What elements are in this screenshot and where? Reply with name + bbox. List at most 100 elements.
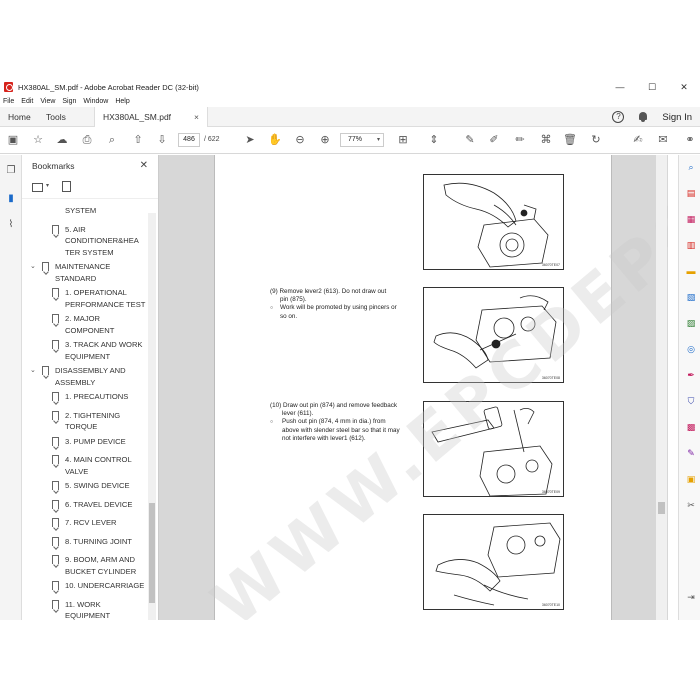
menu-edit[interactable]: Edit <box>21 98 33 105</box>
bookmark-item[interactable]: SYSTEM <box>22 205 147 217</box>
zoom-in-icon[interactable]: ⊕ <box>318 133 332 147</box>
request-signature-icon[interactable]: ✎ <box>685 447 697 459</box>
organize-pages-icon[interactable]: ▦ <box>685 213 697 225</box>
highlight-pen-icon[interactable]: ✐ <box>487 133 501 147</box>
find-bookmark-icon[interactable] <box>62 181 71 192</box>
bookmark-item[interactable]: ⌄ DISASSEMBLY AND ASSEMBLY <box>22 365 147 388</box>
bookmarks-panel: Bookmarks ✕ ▾ SYSTEM 5. AIR CONDITIONER&HE… <box>22 155 159 620</box>
upload-cloud-icon[interactable]: ☁ <box>55 133 69 147</box>
bookmark-star-icon[interactable]: ☆ <box>31 133 45 147</box>
bookmark-item[interactable]: ⌄ MAINTENANCE STANDARD <box>22 261 147 284</box>
compress-icon[interactable]: ◎ <box>685 343 697 355</box>
protect-icon[interactable]: ⛉ <box>685 395 697 407</box>
bookmark-item[interactable]: 1. PRECAUTIONS <box>22 391 147 403</box>
bookmark-item[interactable]: 3. TRACK AND WORK EQUIPMENT <box>22 339 147 362</box>
bookmark-label: COMPONENT <box>65 325 115 335</box>
bookmark-label: 3. PUMP DEVICE <box>65 436 126 446</box>
bookmark-options-icon[interactable] <box>32 183 43 192</box>
bookmark-flag-icon <box>52 581 59 590</box>
close-tab-icon[interactable]: × <box>194 107 199 127</box>
hand-tool-icon[interactable]: ✋ <box>268 133 282 147</box>
email-icon[interactable]: ✉ <box>656 133 670 147</box>
bookmark-item[interactable]: 8. TURNING JOINT <box>22 536 147 548</box>
edit-pdf-icon[interactable]: ▧ <box>685 291 697 303</box>
bookmark-label: MAINTENANCE <box>55 262 111 271</box>
bookmarks-scrollbar[interactable] <box>148 213 156 620</box>
close-panel-icon[interactable]: ✕ <box>140 155 148 177</box>
save-icon[interactable]: ▣ <box>6 133 20 147</box>
menu-view[interactable]: View <box>40 98 55 105</box>
document-viewport[interactable]: 36070TE07 (9) Remove lever2 (613). Do no… <box>159 155 668 620</box>
stamp-icon[interactable]: ⌘ <box>539 133 553 147</box>
bookmark-label: 5. AIR <box>65 224 86 234</box>
scroll-mode-icon[interactable]: ⇕ <box>427 133 441 147</box>
zoom-out-icon[interactable]: ⊖ <box>293 133 307 147</box>
search-zoom-icon[interactable]: ⌕ <box>105 133 119 147</box>
step-text-line: Remove lever2 (613). Do not draw out <box>279 288 387 295</box>
combine-files-icon[interactable]: ▨ <box>685 317 697 329</box>
notification-bell-icon[interactable] <box>638 111 648 123</box>
attachments-icon[interactable]: ⌇ <box>5 219 17 231</box>
fit-page-icon[interactable]: ⊞ <box>396 133 410 147</box>
delete-icon[interactable]: 🗑 <box>563 133 577 147</box>
bookmark-label: 2. TIGHTENING <box>65 410 121 420</box>
page-down-icon[interactable]: ⇩ <box>155 133 169 147</box>
maximize-button[interactable]: ☐ <box>636 79 668 95</box>
draw-icon[interactable]: ✏ <box>513 133 527 147</box>
step-text-line: lever (611). <box>282 410 314 418</box>
comment-icon[interactable]: ✎ <box>463 133 477 147</box>
bookmark-label: 5. SWING DEVICE <box>65 481 130 490</box>
figure-code: 36070TE07 <box>541 263 560 267</box>
page-thumbnails-icon[interactable]: ❐ <box>5 165 17 177</box>
close-window-button[interactable]: ✕ <box>668 79 700 95</box>
menu-help[interactable]: Help <box>115 98 129 105</box>
minimize-button[interactable]: — <box>604 79 636 95</box>
help-icon[interactable]: ? <box>612 111 625 123</box>
print-icon[interactable]: ⎙ <box>80 133 94 147</box>
select-cursor-icon[interactable]: ➤ <box>243 133 257 147</box>
window-title: HX380AL_SM.pdf - Adobe Acrobat Reader DC… <box>18 82 199 92</box>
bookmark-item[interactable]: 10. UNDERCARRIAGE <box>22 580 147 592</box>
menu-file[interactable]: File <box>3 98 14 105</box>
chevron-down-icon[interactable]: ⌄ <box>30 261 36 273</box>
tab-home[interactable]: Home <box>0 107 39 127</box>
page-up-icon[interactable]: ⇧ <box>131 133 145 147</box>
search-tool-icon[interactable]: ⌕ <box>685 161 697 173</box>
bookmark-item[interactable]: 4. MAIN CONTROL VALVE <box>22 454 147 477</box>
fill-sign-icon[interactable]: ✒ <box>685 369 697 381</box>
sign-in-button[interactable]: Sign In <box>662 112 692 123</box>
create-pdf-icon[interactable]: ▤ <box>685 187 697 199</box>
bookmark-item[interactable]: 3. PUMP DEVICE <box>22 436 147 448</box>
sign-pen-icon[interactable]: ✍ <box>631 133 645 147</box>
chevron-down-icon[interactable]: ⌄ <box>30 365 36 377</box>
menu-sign[interactable]: Sign <box>62 98 76 105</box>
link-icon[interactable]: ⚭ <box>683 133 697 147</box>
comment-tool-icon[interactable]: ▬ <box>685 265 697 277</box>
document-scroll-thumb[interactable] <box>658 502 665 514</box>
bookmark-item[interactable]: 2. MAJOR COMPONENT <box>22 313 147 336</box>
zoom-select[interactable]: 77% ▾ <box>340 133 384 147</box>
more-tools-icon[interactable]: ✂ <box>685 499 697 511</box>
page-number-input[interactable]: 486 <box>178 133 200 147</box>
bookmark-item[interactable]: 9. BOOM, ARM AND BUCKET CYLINDER <box>22 554 147 577</box>
bookmark-item[interactable]: 11. WORK EQUIPMENT <box>22 599 147 620</box>
bookmarks-panel-icon[interactable]: ▮ <box>5 193 17 205</box>
bookmarks-scroll-thumb[interactable] <box>149 503 155 603</box>
bookmark-item[interactable]: 6. TRAVEL DEVICE <box>22 499 147 511</box>
tab-document[interactable]: HX380AL_SM.pdf × <box>94 107 208 127</box>
share-icon[interactable]: ▣ <box>685 473 697 485</box>
step-text-line: Draw out pin (874) and remove feedback <box>282 402 398 409</box>
send-for-signature-icon[interactable]: ▩ <box>685 421 697 433</box>
bookmark-item[interactable]: 5. AIR CONDITIONER&HEA TER SYSTEM <box>22 224 147 259</box>
export-pdf-icon[interactable]: ▥ <box>685 239 697 251</box>
document-scrollbar[interactable] <box>656 155 667 620</box>
menu-window[interactable]: Window <box>83 98 108 105</box>
rotate-icon[interactable]: ↻ <box>589 133 603 147</box>
bookmark-item[interactable]: 1. OPERATIONAL PERFORMANCE TEST <box>22 287 147 310</box>
expand-rail-icon[interactable]: ⇥ <box>685 591 697 603</box>
bookmark-item[interactable]: 2. TIGHTENING TORQUE <box>22 410 147 433</box>
chevron-down-icon[interactable]: ▾ <box>46 182 49 189</box>
tab-tools[interactable]: Tools <box>38 107 74 127</box>
bookmark-item[interactable]: 5. SWING DEVICE <box>22 480 147 492</box>
bookmark-item[interactable]: 7. RCV LEVER <box>22 517 147 529</box>
